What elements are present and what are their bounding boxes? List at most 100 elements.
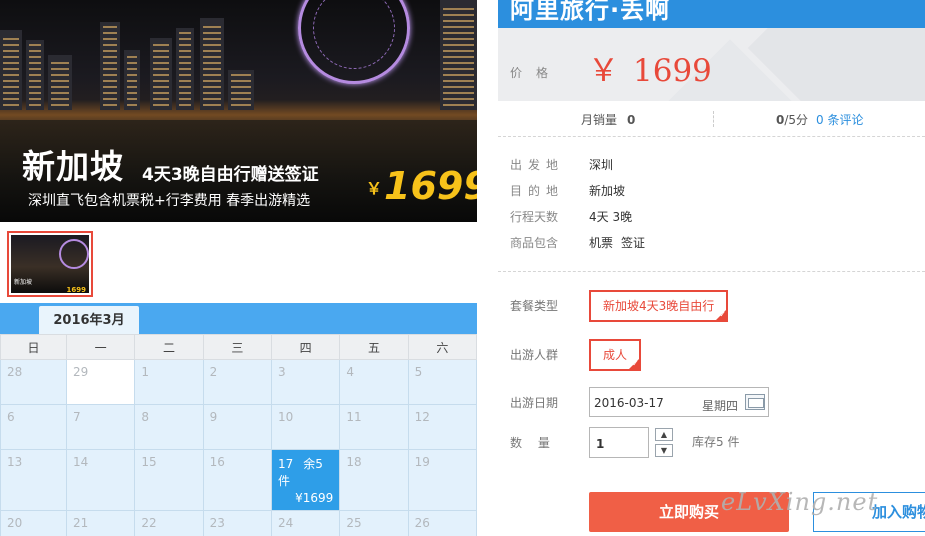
calendar-day[interactable]: 12	[407, 404, 478, 450]
banner-subtitle: 4天3晚自由行赠送签证	[142, 165, 319, 185]
product-banner-image: 新加坡 4天3晚自由行赠送签证 深圳直飞包含机票税+行李费用 春季出游精选 ￥1…	[0, 0, 477, 222]
calendar-day[interactable]: 3	[270, 359, 341, 405]
building	[0, 30, 22, 110]
quantity-label: 数 量	[510, 436, 550, 450]
calendar-table: 日一二三四五六 28 29 1 2 3 4 5 6 7 8 9 10 11 12 13 14 15 16 17 余5件…	[0, 334, 478, 536]
thumbnail-selected[interactable]: 新加坡 1699	[7, 231, 93, 297]
weekday-header: 日	[0, 334, 67, 360]
stock-text: 库存5 件	[692, 435, 740, 449]
calendar-day[interactable]: 7	[65, 404, 136, 450]
ferris-wheel-icon	[298, 0, 410, 84]
package-option-selected[interactable]: 新加坡4天3晚自由行	[589, 290, 729, 322]
calendar-day[interactable]: 6	[0, 404, 67, 450]
info-row-duration: 行程天数 4天 3晚	[510, 208, 910, 234]
calendar-day[interactable]: 18	[339, 449, 409, 511]
calendar-day[interactable]: 28	[0, 359, 67, 405]
banner-currency: ￥	[366, 179, 383, 198]
info-value: 深圳	[589, 158, 614, 172]
calendar-day-selected[interactable]: 17 余5件 ¥1699	[270, 449, 341, 511]
building	[228, 70, 254, 110]
banner-title: 新加坡	[22, 147, 124, 186]
info-row-includes: 商品包含 机票 签证	[510, 234, 910, 260]
calendar-day[interactable]: 10	[270, 404, 341, 450]
weekday-header: 六	[407, 334, 478, 360]
price-amount: 1699	[633, 53, 712, 89]
product-detail-panel: 阿里旅行·丢啊 价格 ￥ 1699 月销量 0 0/5分 0 条评论 出发地 深圳 目的…	[498, 0, 925, 536]
calendar-day-number: 17	[277, 457, 294, 471]
weekday-header-row: 日一二三四五六	[0, 334, 478, 360]
section-divider	[498, 271, 925, 272]
stats-divider	[713, 111, 714, 127]
travel-date-field[interactable]: 2016-03-17 星期四	[589, 387, 769, 417]
building	[150, 38, 172, 110]
banner-tagline: 深圳直飞包含机票税+行李费用 春季出游精选	[28, 193, 311, 209]
reviews-link[interactable]: 0 条评论	[816, 113, 863, 127]
traveler-option-text: 成人	[603, 348, 628, 362]
calendar-day[interactable]: 5	[407, 359, 478, 405]
weekday-header: 三	[202, 334, 272, 360]
calendar-body: 28 29 1 2 3 4 5 6 7 8 9 10 11 12 13 14 15 16 17 余5件 ¥1699 18 1…	[0, 359, 478, 536]
info-key: 出发地	[510, 158, 565, 172]
building	[200, 18, 224, 110]
thumbnail-mini-price: 1699	[66, 286, 86, 293]
calendar-day[interactable]: 23	[202, 510, 272, 536]
calendar-day[interactable]: 14	[65, 449, 136, 511]
building	[440, 0, 477, 110]
calendar-day[interactable]: 26	[407, 510, 478, 536]
product-title-bar: 阿里旅行·丢啊	[498, 0, 925, 28]
quantity-value: 1	[596, 437, 605, 451]
calendar-day[interactable]: 16	[202, 449, 272, 511]
building	[176, 28, 194, 110]
banner-price: ￥1699	[366, 164, 477, 208]
quantity-increment-button[interactable]: ▲	[655, 428, 673, 441]
package-option-text: 新加坡4天3晚自由行	[603, 299, 715, 313]
calendar-day[interactable]: 15	[134, 449, 204, 511]
calendar-day[interactable]: 22	[134, 510, 204, 536]
thumbnail-image: 新加坡 1699	[11, 235, 89, 293]
calendar-day[interactable]: 25	[339, 510, 409, 536]
building	[100, 22, 120, 110]
date-label: 出游日期	[510, 396, 559, 410]
building	[48, 55, 72, 110]
calendar-week-row: 20 21 22 23 24 25 26	[0, 510, 478, 536]
calendar-day[interactable]: 4	[339, 359, 409, 405]
price-box: 价格 ￥ 1699	[498, 28, 925, 101]
info-value-list: 机票 签证	[589, 236, 645, 250]
calendar-day[interactable]: 9	[202, 404, 272, 450]
calendar-icon[interactable]	[745, 394, 765, 410]
selected-check-icon	[715, 309, 728, 321]
weekday-header: 四	[270, 334, 341, 360]
info-key: 目的地	[510, 184, 565, 198]
info-row-departure: 出发地 深圳	[510, 156, 910, 182]
selected-check-icon	[628, 358, 641, 370]
rating: 0/5分 0 条评论	[776, 111, 864, 128]
sales-stats: 月销量 0 0/5分 0 条评论	[498, 101, 925, 137]
calendar-grid: 日一二三四五六 28 29 1 2 3 4 5 6 7 8 9 10 11 12 13 14 15 16 17 余5件…	[0, 334, 478, 536]
calendar-day[interactable]: 8	[134, 404, 204, 450]
calendar-day[interactable]: 24	[270, 510, 341, 536]
quantity-decrement-button[interactable]: ▼	[655, 444, 673, 457]
traveler-option-selected[interactable]: 成人	[589, 339, 642, 371]
watermark-text: eLvXing.net	[721, 488, 879, 516]
calendar-week-row: 6 7 8 9 10 11 12	[0, 404, 478, 450]
calendar-day[interactable]: 2	[202, 359, 272, 405]
traveler-label: 出游人群	[510, 348, 559, 362]
calendar-month-tab[interactable]: 2016年3月	[39, 306, 139, 337]
calendar-day[interactable]: 20	[0, 510, 67, 536]
calendar-day[interactable]: 29	[65, 359, 136, 405]
calendar-week-row: 13 14 15 16 17 余5件 ¥1699 18 19	[0, 449, 478, 511]
calendar-day[interactable]: 19	[407, 449, 478, 511]
calendar-day[interactable]: 1	[134, 359, 204, 405]
travel-date-value: 2016-03-17	[594, 396, 664, 410]
banner-price-value: 1699	[384, 164, 477, 208]
travel-weekday: 星期四	[702, 399, 739, 413]
calendar-day[interactable]: 21	[65, 510, 136, 536]
price-label: 价格	[510, 66, 563, 80]
rating-suffix: /5分	[784, 113, 809, 127]
quantity-input[interactable]: 1	[589, 427, 649, 458]
info-value: 4天 3晚	[589, 210, 633, 224]
calendar-day[interactable]: 11	[339, 404, 409, 450]
calendar-day[interactable]: 13	[0, 449, 67, 511]
info-row-destination: 目的地 新加坡	[510, 182, 910, 208]
weekday-header: 一	[65, 334, 136, 360]
